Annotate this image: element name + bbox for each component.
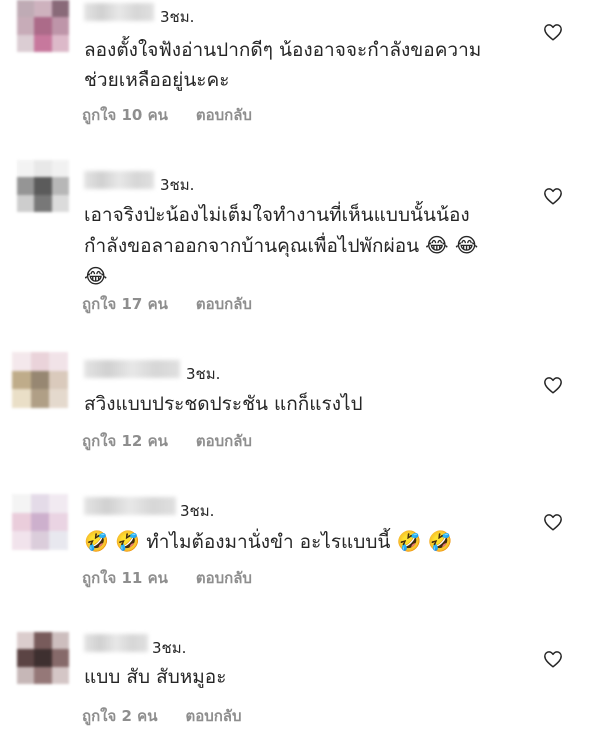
avatar[interactable] [12,494,68,550]
avatar-pixel [30,531,50,550]
rofl-emoji: 🤣 🤣 [396,529,453,553]
heart-icon[interactable] [543,23,563,41]
avatar-pixel [51,17,69,35]
comment-text: แบบ สับ สับหมูอะ [84,662,226,692]
reply-button[interactable]: ตอบกลับ [196,295,252,313]
avatar-pixel [30,494,50,513]
comment-meta: ถูกใจ 17 คน ตอบกลับ [82,292,252,316]
avatar-pixel [34,649,52,667]
avatar-pixel [12,370,31,390]
avatar-pixel [51,160,69,178]
tears-of-joy-emoji: 😂 [84,264,108,288]
comment-line: 🤣 🤣 ทำไมต้องมานั่งขำ อะไรแบบนี้ 🤣 🤣 [84,526,453,557]
avatar-pixel [12,389,31,408]
reply-button[interactable]: ตอบกลับ [185,707,241,725]
timestamp: 3ชม. [160,176,195,194]
comment-meta: ถูกใจ 2 คน ตอบกลับ [82,704,242,728]
likes-count[interactable]: ถูกใจ 12 คน [82,432,168,450]
avatar-pixel [17,0,35,18]
avatar-pixel [30,370,50,390]
avatar-pixel [17,649,35,667]
comment-text: 🤣 🤣 ทำไมต้องมานั่งขำ อะไรแบบนี้ 🤣 🤣 [84,526,453,557]
reply-button[interactable]: ตอบกลับ [196,106,252,124]
likes-count[interactable]: ถูกใจ 2 คน [82,707,157,725]
avatar-pixel [17,160,35,178]
comment-line: แบบ สับ สับหมูอะ [84,666,227,688]
tears-of-joy-emoji: 😂 😂 [425,233,479,257]
comment-meta: ถูกใจ 10 คน ตอบกลับ [82,103,252,127]
timestamp: 3ชม. [180,502,215,520]
avatar[interactable] [17,0,69,52]
avatar-pixel [51,649,69,667]
avatar-pixel [17,632,35,650]
likes-count[interactable]: ถูกใจ 11 คน [82,569,168,587]
avatar-pixel [49,512,68,532]
avatar-pixel [34,177,52,195]
timestamp: 3ชม. [152,639,187,657]
avatar-pixel [17,666,35,684]
comment-text: ลองตั้งใจฟังอ่านปากดีๆ น้องอาจจะกำลังขอค… [84,35,481,95]
avatar-pixel [17,34,35,52]
avatar-pixel [17,17,35,35]
avatar-pixel [51,177,69,195]
comment-line: ลองตั้งใจฟังอ่านปากดีๆ น้องอาจจะกำลังขอค… [84,39,482,61]
heart-icon[interactable] [543,376,563,394]
avatar-pixel [30,512,50,532]
comment-line: กำลังขอลาออกจากบ้านคุณเพื่อไปพักผ่อน 😂 😂 [84,230,478,261]
avatar-pixel [49,352,68,371]
rofl-emoji: 🤣 🤣 [84,529,141,553]
avatar-pixel [34,0,52,18]
avatar-pixel [49,494,68,513]
avatar-pixel [34,666,52,684]
comment-meta: ถูกใจ 11 คน ตอบกลับ [82,566,252,590]
avatar-pixel [51,194,69,212]
avatar-pixel [49,531,68,550]
comment-text: เอาจริงป่ะน้องไม่เต็มใจทำงานที่เห็นแบบนั… [84,200,478,292]
heart-icon[interactable] [543,650,563,668]
comment-line-text: ทำไมต้องมานั่งขำ อะไรแบบนี้ [146,531,391,553]
reply-button[interactable]: ตอบกลับ [196,432,252,450]
comment-meta: ถูกใจ 12 คน ตอบกลับ [82,429,252,453]
username-redacted[interactable] [84,171,154,189]
comment-line-text: กำลังขอลาออกจากบ้านคุณเพื่อไปพักผ่อน [84,235,420,257]
avatar-pixel [34,632,52,650]
avatar-pixel [49,370,68,390]
avatar-pixel [51,666,69,684]
avatar-pixel [34,17,52,35]
username-redacted[interactable] [84,360,180,378]
avatar-pixel [34,34,52,52]
avatar-pixel [51,632,69,650]
avatar-pixel [17,194,35,212]
timestamp: 3ชม. [186,365,221,383]
reply-button[interactable]: ตอบกลับ [196,569,252,587]
avatar-pixel [49,389,68,408]
comment-line: เอาจริงป่ะน้องไม่เต็มใจทำงานที่เห็นแบบนั… [84,204,470,226]
avatar-pixel [30,352,50,371]
avatar-pixel [51,34,69,52]
likes-count[interactable]: ถูกใจ 17 คน [82,295,168,313]
username-redacted[interactable] [84,497,176,515]
avatar-pixel [34,160,52,178]
avatar-pixel [34,194,52,212]
heart-icon[interactable] [543,513,563,531]
timestamp: 3ชม. [160,8,195,26]
avatar-pixel [12,352,31,371]
avatar-pixel [12,512,31,532]
avatar[interactable] [17,160,69,212]
heart-icon[interactable] [543,187,563,205]
comment-line: สวิงแบบประชดประชัน แกก็แรงไป [84,393,363,415]
avatar-pixel [51,0,69,18]
comment-line: 😂 [84,261,478,292]
likes-count[interactable]: ถูกใจ 10 คน [82,106,168,124]
comment-line: ช่วยเหลืออยู่นะคะ [84,69,230,91]
avatar[interactable] [12,352,68,408]
avatar-pixel [12,494,31,513]
avatar-pixel [30,389,50,408]
comment-text: สวิงแบบประชดประชัน แกก็แรงไป [84,389,363,419]
avatar-pixel [17,177,35,195]
username-redacted[interactable] [84,634,148,652]
avatar[interactable] [17,632,69,684]
username-redacted[interactable] [84,3,154,21]
avatar-pixel [12,531,31,550]
